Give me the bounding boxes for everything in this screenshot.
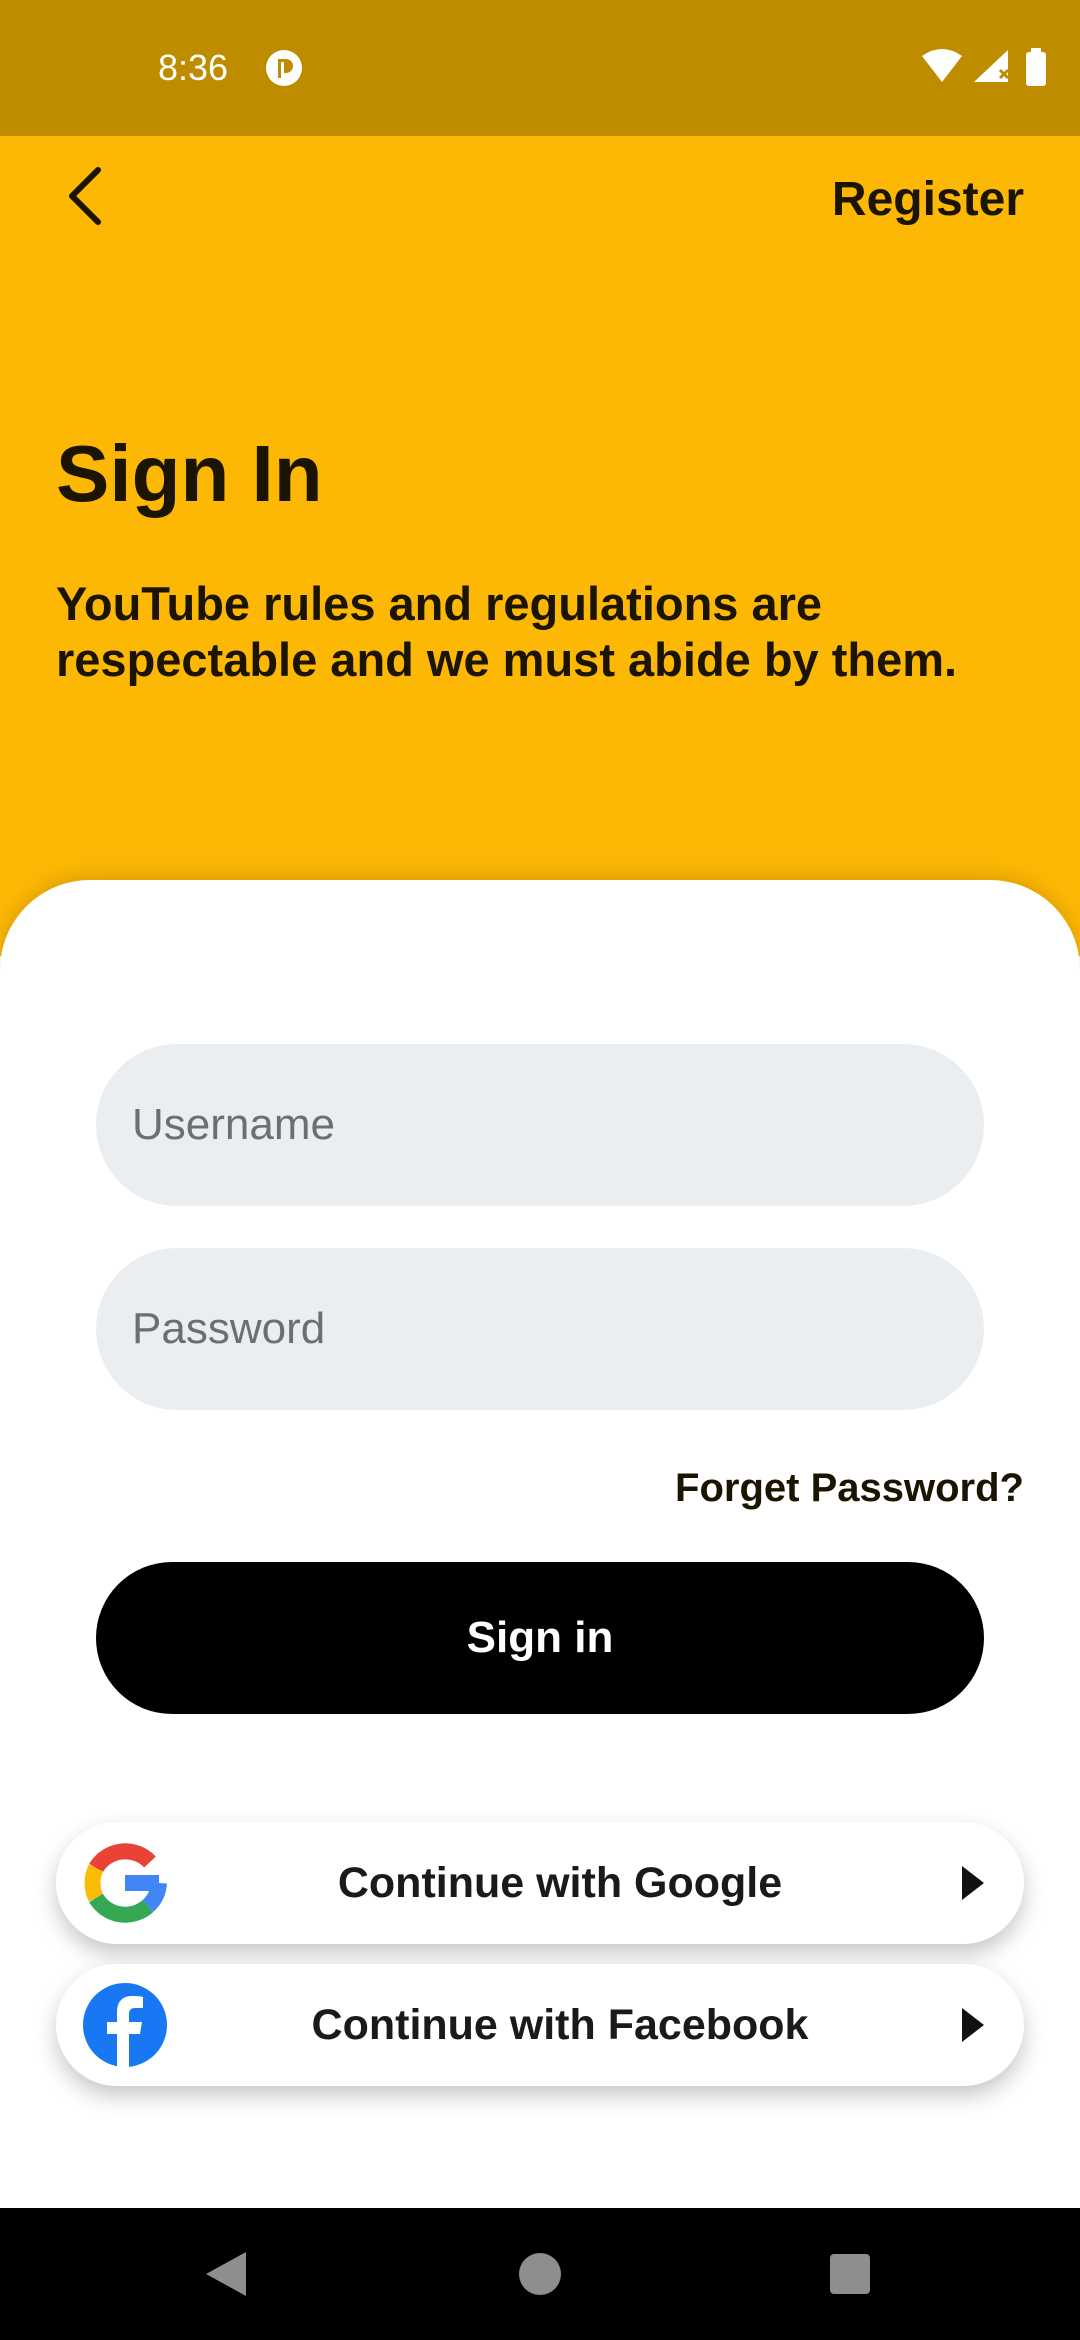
status-icons	[922, 48, 1046, 86]
signin-sheet: Forget Password? Sign in Continue with G…	[0, 880, 1080, 2208]
app-notification-icon	[266, 50, 302, 86]
facebook-logo-icon	[83, 1983, 167, 2068]
facebook-signin-button[interactable]: Continue with Facebook	[56, 1964, 1024, 2086]
nav-recent-icon[interactable]	[818, 2242, 882, 2306]
play-arrow-icon	[962, 1866, 984, 1900]
password-input[interactable]	[130, 1303, 984, 1355]
play-arrow-icon	[962, 2008, 984, 2042]
header: Register Sign In YouTube rules and regul…	[0, 136, 1080, 956]
signal-icon	[974, 50, 1010, 82]
nav-home-icon[interactable]	[508, 2242, 572, 2306]
status-time: 8:36	[158, 47, 229, 88]
page-subtitle: YouTube rules and regulations are respec…	[56, 577, 958, 686]
google-signin-button[interactable]: Continue with Google	[56, 1822, 1024, 1944]
google-button-label: Continue with Google	[337, 1858, 783, 1907]
forgot-password-link[interactable]: Forget Password?	[675, 1460, 1024, 1516]
back-chevron-icon[interactable]	[56, 160, 120, 232]
register-link[interactable]: Register	[832, 172, 1024, 228]
status-bar: 8:36	[0, 0, 1080, 136]
battery-icon	[1026, 48, 1046, 86]
username-field[interactable]	[96, 1044, 984, 1206]
system-nav-bar	[0, 2208, 1080, 2340]
wifi-icon	[922, 49, 962, 82]
nav-back-icon[interactable]	[194, 2242, 258, 2306]
password-field[interactable]	[96, 1248, 984, 1410]
username-input[interactable]	[130, 1099, 984, 1151]
page-title: Sign In	[56, 429, 323, 518]
google-logo-icon	[84, 1843, 167, 1923]
facebook-button-label: Continue with Facebook	[311, 2000, 809, 2049]
signin-button[interactable]: Sign in	[96, 1562, 984, 1714]
